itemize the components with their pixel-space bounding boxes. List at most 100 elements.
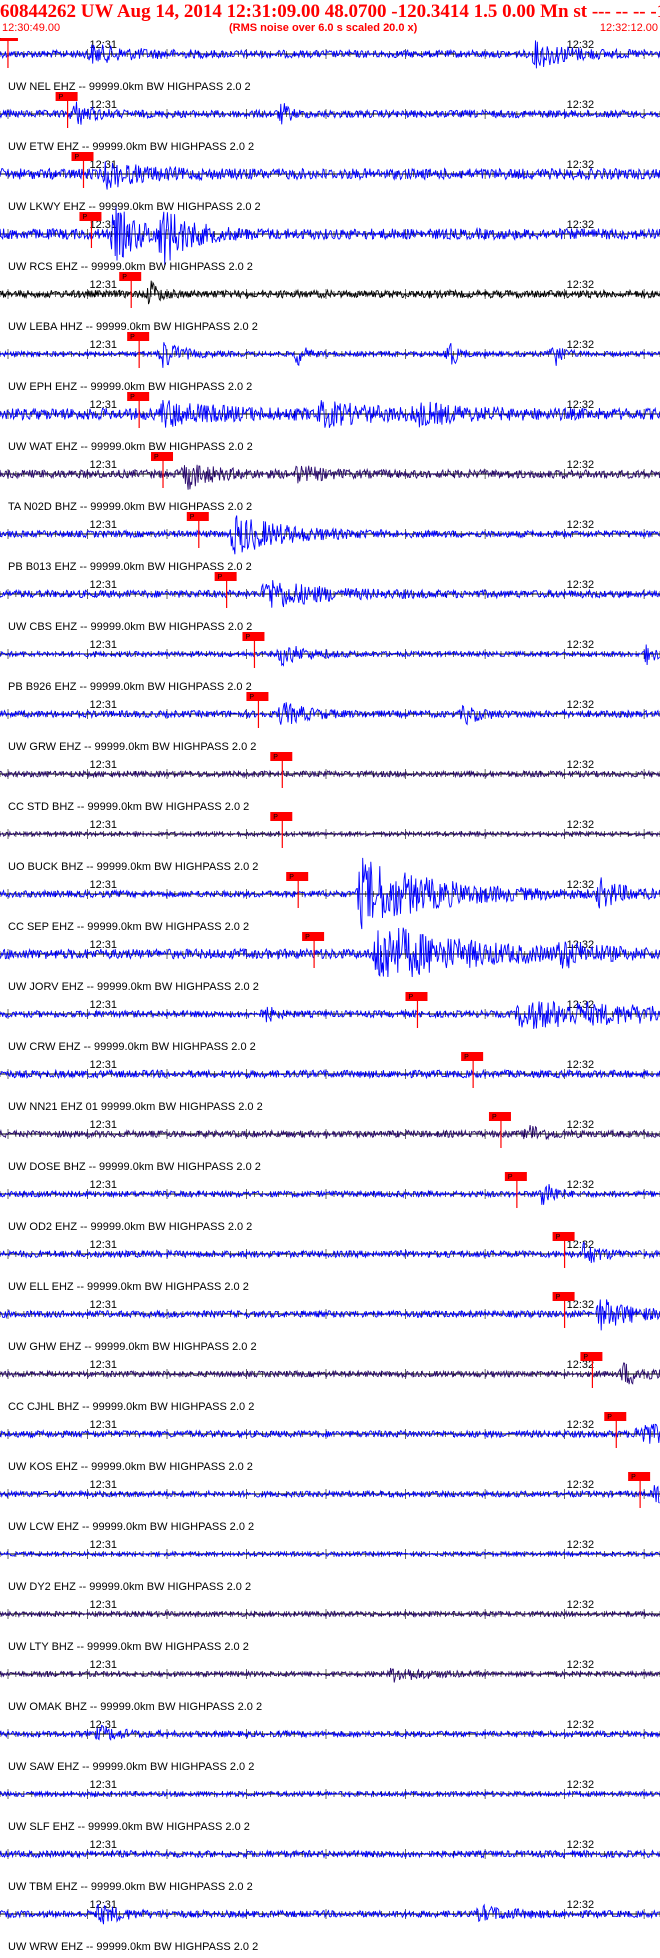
event-title: 60844262 UW Aug 14, 2014 12:31:09.00 48.…	[0, 1, 660, 22]
station-label: UW TBM EHZ -- 99999.0km BW HIGHPASS 2.0 …	[8, 1881, 253, 1893]
rms-note: (RMS noise over 6.0 s scaled 20.0 x)	[229, 22, 418, 34]
minute-label: 12:32	[567, 1659, 595, 1671]
minute-label: 12:32	[567, 759, 595, 771]
pick-label: P	[245, 634, 250, 641]
minute-label: 12:31	[89, 1599, 117, 1611]
minute-label: 12:31	[89, 1539, 117, 1551]
pick-label: P	[273, 754, 278, 761]
station-label: CC CJHL BHZ -- 99999.0km BW HIGHPASS 2.0…	[8, 1401, 254, 1413]
pick-label: P	[556, 1294, 561, 1301]
station-label: UW NN21 EHZ 01 99999.0km BW HIGHPASS 2.0…	[8, 1101, 263, 1113]
pick-label: P	[74, 154, 79, 161]
minute-label: 12:32	[567, 1839, 595, 1851]
minute-label: 12:31	[89, 1839, 117, 1851]
pick-label: P	[492, 1114, 497, 1121]
station-label: UW OD2 EHZ -- 99999.0km BW HIGHPASS 2.0 …	[8, 1221, 252, 1233]
minute-label: 12:31	[89, 1779, 117, 1791]
minute-label: 12:31	[89, 459, 117, 471]
pick-label: P	[464, 1054, 469, 1061]
station-label: UW NEL EHZ -- 99999.0km BW HIGHPASS 2.0 …	[8, 81, 251, 93]
station-label: UW SAW EHZ -- 99999.0km BW HIGHPASS 2.0 …	[8, 1761, 254, 1773]
minute-label: 12:31	[89, 879, 117, 891]
minute-label: 12:31	[89, 1239, 117, 1251]
minute-label: 12:31	[89, 939, 117, 951]
pick-label: P	[130, 394, 135, 401]
station-label: UW EPH EHZ -- 99999.0km BW HIGHPASS 2.0 …	[8, 381, 252, 393]
station-label: UW DOSE BHZ -- 99999.0km BW HIGHPASS 2.0…	[8, 1161, 261, 1173]
waveform-trace	[0, 927, 660, 978]
pick-label: P	[249, 694, 254, 701]
pick-label: P	[631, 1474, 636, 1481]
station-label: UW GRW EHZ -- 99999.0km BW HIGHPASS 2.0 …	[8, 741, 256, 753]
pick-label: P	[408, 994, 413, 1001]
minute-label: 12:31	[89, 999, 117, 1011]
pick-label: P	[218, 574, 223, 581]
minute-label: 12:32	[567, 219, 595, 231]
station-label: TA N02D BHZ -- 99999.0km BW HIGHPASS 2.0…	[8, 501, 252, 513]
minute-label: 12:31	[89, 1299, 117, 1311]
minute-label: 12:31	[89, 99, 117, 111]
pick-label: P	[130, 334, 135, 341]
station-label: CC STD BHZ -- 99999.0km BW HIGHPASS 2.0 …	[8, 801, 249, 813]
end-time: 12:32:12.00	[599, 22, 658, 34]
station-label: UW DY2 EHZ -- 99999.0km BW HIGHPASS 2.0 …	[8, 1581, 251, 1593]
minute-label: 12:31	[89, 699, 117, 711]
station-label: UO BUCK BHZ -- 99999.0km BW HIGHPASS 2.0…	[8, 861, 258, 873]
minute-label: 12:32	[567, 1539, 595, 1551]
pick-label: P	[273, 814, 278, 821]
minute-label: 12:32	[567, 579, 595, 591]
minute-label: 12:31	[89, 1359, 117, 1371]
station-label: CC SEP EHZ -- 99999.0km BW HIGHPASS 2.0 …	[8, 921, 249, 933]
minute-label: 12:32	[567, 339, 595, 351]
minute-label: 12:32	[567, 1419, 595, 1431]
minute-label: 12:32	[567, 1719, 595, 1731]
minute-label: 12:31	[89, 339, 117, 351]
minute-label: 12:32	[567, 1479, 595, 1491]
minute-label: 12:32	[567, 1779, 595, 1791]
waveform-trace	[0, 1550, 660, 1558]
station-label: UW WAT EHZ -- 99999.0km BW HIGHPASS 2.0 …	[8, 441, 253, 453]
pick-label: P	[59, 94, 64, 101]
minute-label: 12:31	[89, 759, 117, 771]
minute-label: 12:32	[567, 819, 595, 831]
minute-label: 12:31	[89, 1719, 117, 1731]
minute-label: 12:32	[567, 279, 595, 291]
station-label: UW GHW EHZ -- 99999.0km BW HIGHPASS 2.0 …	[8, 1341, 257, 1353]
plot-header: 60844262 UW Aug 14, 2014 12:31:09.00 48.…	[0, 0, 660, 38]
pick-label: P	[122, 274, 127, 281]
minute-label: 12:32	[567, 99, 595, 111]
minute-label: 12:31	[89, 579, 117, 591]
pick-label: P	[508, 1174, 513, 1181]
station-label: PB B013 EHZ -- 99999.0km BW HIGHPASS 2.0…	[8, 561, 252, 573]
station-label: UW LEBA HHZ -- 99999.0km BW HIGHPASS 2.0…	[8, 321, 258, 333]
minute-label: 12:31	[89, 1119, 117, 1131]
start-time: 12:30:49.00	[2, 22, 61, 34]
minute-label: 12:31	[89, 639, 117, 651]
minute-label: 12:32	[567, 1179, 595, 1191]
station-label: UW LCW EHZ -- 99999.0km BW HIGHPASS 2.0 …	[8, 1521, 254, 1533]
station-label: UW WRW EHZ -- 99999.0km BW HIGHPASS 2.0 …	[8, 1941, 258, 1953]
minute-label: 12:32	[567, 1059, 595, 1071]
station-label: UW CRW EHZ -- 99999.0km BW HIGHPASS 2.0 …	[8, 1041, 256, 1053]
pick-label: P	[190, 514, 195, 521]
seismogram-plot: 12:3112:32PUW NEL EHZ -- 99999.0km BW HI…	[0, 38, 660, 1953]
minute-label: 12:32	[567, 1899, 595, 1911]
pick-label: P	[305, 934, 310, 941]
minute-label: 12:32	[567, 879, 595, 891]
minute-label: 12:32	[567, 1599, 595, 1611]
minute-label: 12:31	[89, 1659, 117, 1671]
station-label: UW LKWY EHZ -- 99999.0km BW HIGHPASS 2.0…	[8, 201, 261, 213]
pick-label: P	[583, 1354, 588, 1361]
minute-label: 12:31	[89, 279, 117, 291]
station-label: UW ELL EHZ -- 99999.0km BW HIGHPASS 2.0 …	[8, 1281, 249, 1293]
station-label: UW RCS EHZ -- 99999.0km BW HIGHPASS 2.0 …	[8, 261, 253, 273]
minute-label: 12:32	[567, 699, 595, 711]
minute-label: 12:32	[567, 1119, 595, 1131]
minute-label: 12:31	[89, 1179, 117, 1191]
minute-label: 12:32	[567, 39, 595, 51]
minute-label: 12:32	[567, 459, 595, 471]
station-label: UW KOS EHZ -- 99999.0km BW HIGHPASS 2.0 …	[8, 1461, 253, 1473]
minute-label: 12:32	[567, 639, 595, 651]
station-label: UW JORV EHZ -- 99999.0km BW HIGHPASS 2.0…	[8, 981, 259, 993]
minute-label: 12:31	[89, 819, 117, 831]
